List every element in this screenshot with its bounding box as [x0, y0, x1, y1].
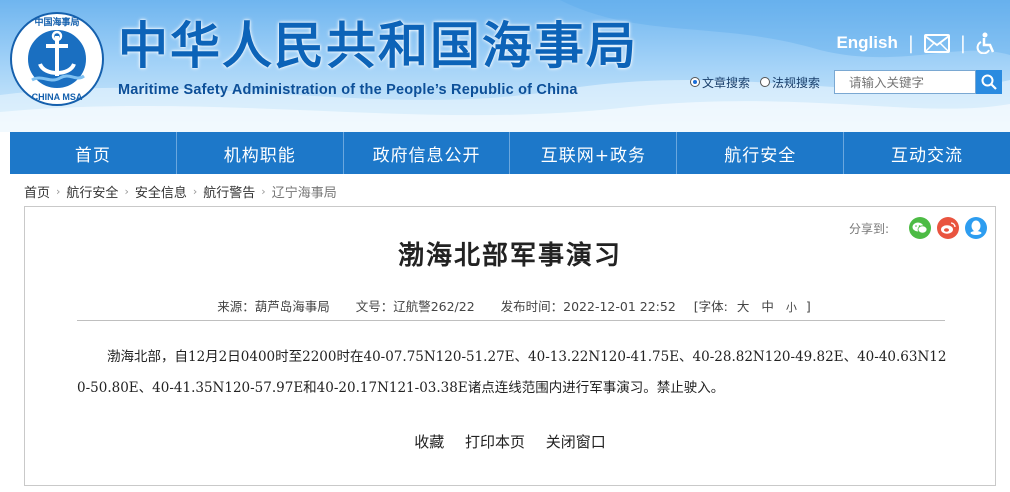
article-doc-number: 文号：辽航警262/22 — [355, 299, 475, 314]
breadcrumb-arrow-icon: › — [124, 185, 129, 198]
header-toolbar: English | | — [836, 32, 996, 54]
breadcrumb-navigation-safety[interactable]: 航行安全 — [66, 182, 118, 201]
site-header: 中国海事局 CHINA MSA 中华人民共和国海事局 Maritime Safe… — [0, 0, 1010, 132]
breadcrumb: 首页 › 航行安全 › 安全信息 › 航行警告 › 辽宁海事局 — [24, 182, 337, 201]
article-publish-time: 发布时间：2022-12-01 22:52 — [500, 299, 676, 314]
nav-item-gov-info[interactable]: 政府信息公开 — [344, 132, 511, 174]
breadcrumb-liaoning-msa[interactable]: 辽宁海事局 — [272, 182, 337, 201]
breadcrumb-arrow-icon: › — [56, 185, 61, 198]
nav-item-home[interactable]: 首页 — [10, 132, 177, 174]
article-title: 渤海北部军事演习 — [397, 241, 622, 271]
font-size-small-button[interactable]: 小 — [786, 301, 797, 314]
font-size-medium-button[interactable]: 中 — [761, 299, 774, 314]
article-actions: 收藏 打印本页 关闭窗口 — [25, 431, 995, 452]
search-input[interactable] — [834, 70, 977, 94]
svg-text:CHINA MSA: CHINA MSA — [32, 92, 83, 102]
nav-item-navigation-safety[interactable]: 航行安全 — [677, 132, 845, 174]
search-option-articles[interactable]: 文章搜索 — [690, 74, 750, 91]
search-button[interactable] — [976, 70, 1003, 94]
radio-unselected-icon[interactable] — [760, 77, 771, 87]
site-subtitle: Maritime Safety Administration of the Pe… — [118, 82, 578, 98]
separator: | — [907, 32, 914, 54]
breadcrumb-safety-info[interactable]: 安全信息 — [135, 182, 187, 201]
separator: | — [959, 32, 966, 54]
breadcrumb-home[interactable]: 首页 — [24, 182, 50, 201]
search-icon — [981, 74, 997, 90]
article-source: 来源：葫芦岛海事局 — [217, 299, 330, 314]
nav-item-internet-services[interactable]: 互联网+政务 — [510, 132, 678, 174]
msa-emblem-logo[interactable]: 中国海事局 CHINA MSA — [10, 12, 104, 106]
article-body: 渤海北部，自12月2日0400时至2200时在40-07.75N120-51.2… — [77, 349, 947, 396]
radio-selected-icon[interactable] — [690, 77, 700, 87]
search-bar: 文章搜索 法规搜索 — [690, 70, 1003, 94]
article-container: 分享到: 渤海北部军事演习 来源：葫芦岛海事局 文号：辽航警262/22 发布时… — [24, 206, 996, 486]
breadcrumb-nav-warnings[interactable]: 航行警告 — [203, 182, 255, 201]
mail-icon[interactable] — [923, 33, 950, 53]
print-button[interactable]: 打印本页 — [465, 433, 525, 451]
nav-item-functions[interactable]: 机构职能 — [177, 132, 344, 174]
site-title: 中华人民共和国海事局 — [118, 17, 638, 75]
main-nav: 首页 机构职能 政府信息公开 互联网+政务 航行安全 互动交流 — [10, 132, 1010, 174]
search-option-regulations[interactable]: 法规搜索 — [760, 74, 820, 91]
title-divider — [77, 320, 945, 321]
svg-text:中国海事局: 中国海事局 — [34, 16, 79, 28]
font-size-label: [字体: — [693, 299, 728, 314]
article-meta: 来源：葫芦岛海事局 文号：辽航警262/22 发布时间：2022-12-01 2… — [25, 296, 995, 315]
close-window-button[interactable]: 关闭窗口 — [546, 433, 606, 451]
font-size-large-button[interactable]: 大 — [737, 299, 750, 314]
font-size-close-bracket: ] — [805, 299, 811, 314]
nav-item-interaction[interactable]: 互动交流 — [844, 132, 1010, 174]
english-link[interactable]: English — [836, 33, 897, 53]
breadcrumb-arrow-icon: › — [192, 185, 198, 198]
breadcrumb-arrow-icon: › — [261, 185, 266, 198]
accessibility-icon[interactable] — [976, 32, 996, 54]
share-label: 分享到: — [848, 221, 889, 236]
favorite-button[interactable]: 收藏 — [414, 433, 444, 451]
